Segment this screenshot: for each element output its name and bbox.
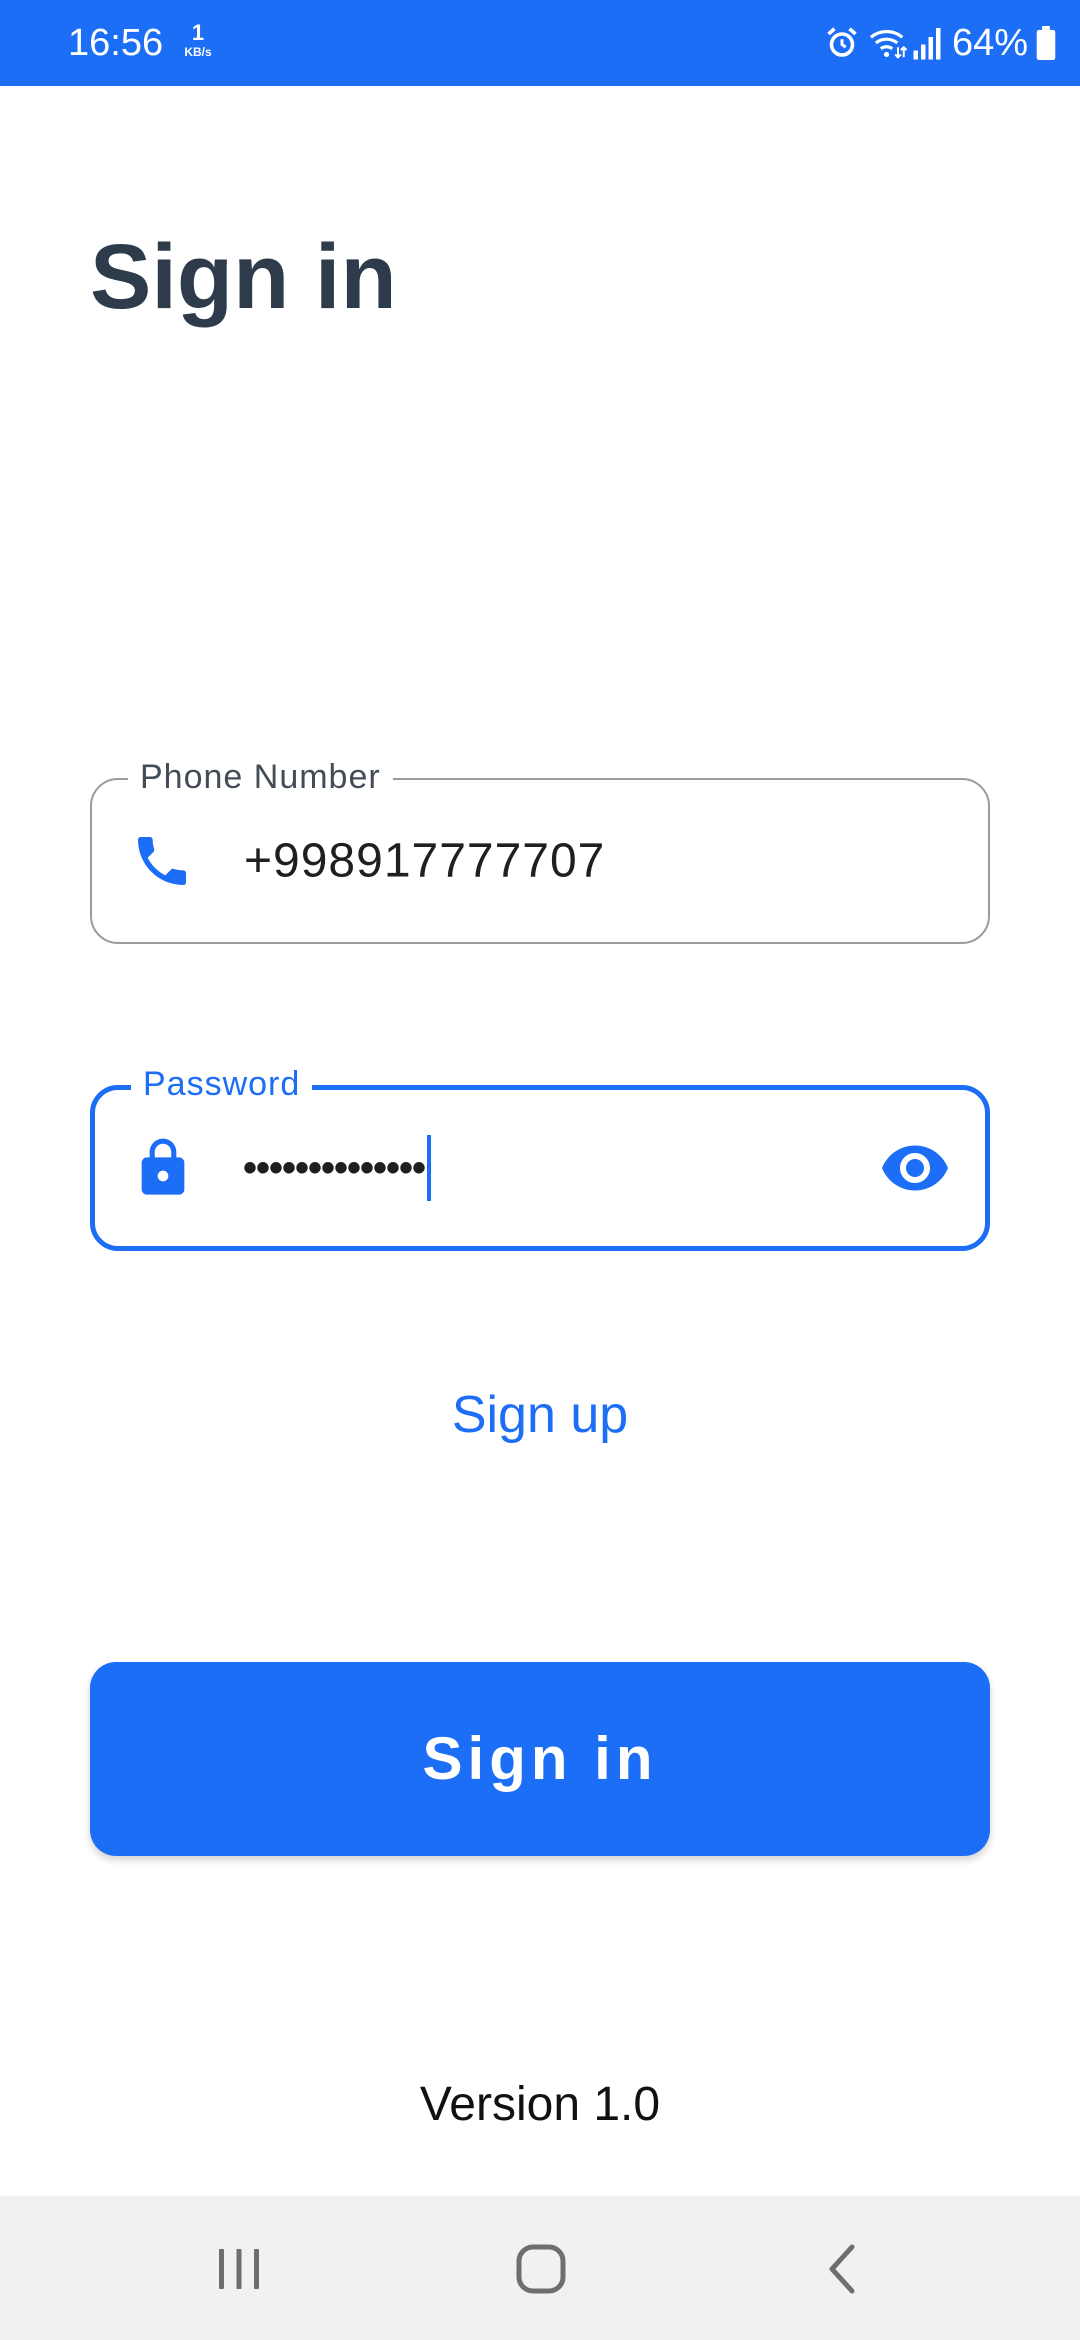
status-icons: 64% — [824, 18, 1056, 68]
phone-number-input[interactable]: +998917777707 — [244, 834, 605, 889]
lock-icon — [141, 1138, 185, 1195]
password-field[interactable]: Password •••••••••••••• — [90, 1059, 990, 1251]
password-masked-text: •••••••••••••• — [243, 1145, 426, 1190]
network-speed-value: 1 — [191, 20, 205, 45]
network-speed-unit: KB/s — [184, 45, 212, 59]
alarm-icon — [827, 27, 857, 57]
signal-icon — [913, 28, 941, 60]
password-input[interactable]: •••••••••••••• — [243, 1135, 432, 1201]
home-icon[interactable] — [506, 2234, 576, 2304]
battery-percentage: 64% — [951, 21, 1028, 64]
password-label: Password — [131, 1059, 313, 1109]
phone-number-label: Phone Number — [128, 752, 393, 802]
wifi-icon — [869, 30, 908, 59]
battery-icon — [1036, 26, 1056, 60]
sign-in-button[interactable]: Sign in — [90, 1662, 990, 1856]
text-cursor — [427, 1135, 432, 1201]
status-bar: 16:56 1 KB/s 64% — [0, 0, 1080, 86]
page-title: Sign in — [90, 226, 397, 328]
network-speed: 1 KB/s — [178, 20, 218, 59]
eye-icon[interactable] — [879, 1132, 951, 1204]
phone-number-field[interactable]: Phone Number +998917777707 — [90, 752, 990, 944]
back-icon[interactable] — [808, 2234, 878, 2304]
status-time: 16:56 — [68, 22, 164, 64]
navigation-bar — [0, 2196, 1080, 2340]
phone-icon — [138, 837, 186, 885]
recents-icon[interactable] — [204, 2234, 274, 2304]
version-label: Version 1.0 — [419, 2078, 661, 2131]
sign-up-link[interactable]: Sign up — [0, 1380, 1080, 1450]
